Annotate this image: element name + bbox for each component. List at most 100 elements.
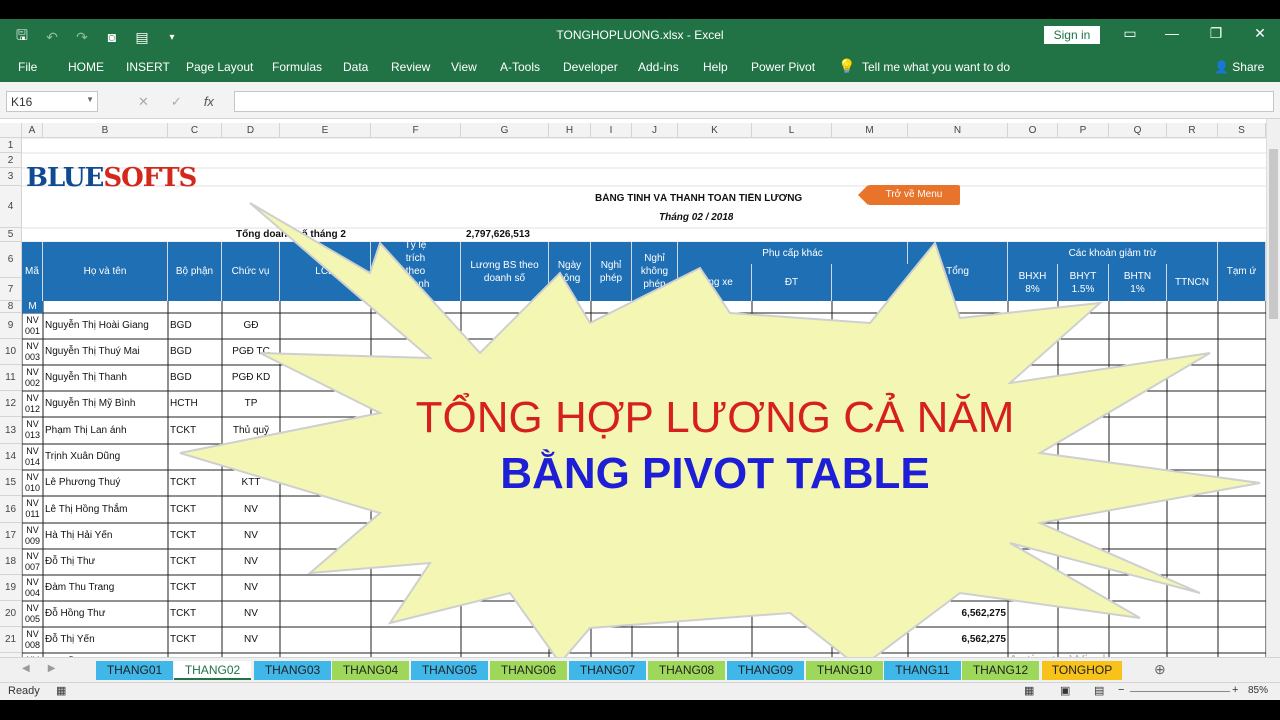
row-header[interactable]: 19	[0, 575, 22, 601]
sheet-tab-tonghop[interactable]: TONGHOP	[1042, 661, 1122, 680]
column-header[interactable]: D	[222, 123, 280, 138]
row-header[interactable]: 12	[0, 391, 22, 417]
enter-icon[interactable]: ✓	[171, 94, 182, 110]
sheet-tab-thang07[interactable]: THANG07	[569, 661, 646, 680]
tab-developer[interactable]: Developer	[563, 60, 618, 74]
column-header[interactable]: K	[678, 123, 752, 138]
formula-bar: K16 ▼ ✕ ✓ fx	[0, 82, 1280, 119]
row-header[interactable]: 4	[0, 186, 22, 228]
tab-help[interactable]: Help	[703, 60, 728, 74]
tab-insert[interactable]: INSERT	[126, 60, 170, 74]
minimize-icon[interactable]: —	[1162, 25, 1182, 41]
tab-page-layout[interactable]: Page Layout	[186, 60, 253, 74]
row-header[interactable]: 5	[0, 228, 22, 242]
zoom-level[interactable]: 85%	[1248, 685, 1268, 696]
restore-icon[interactable]: ❐	[1206, 25, 1226, 42]
column-header[interactable]: M	[832, 123, 908, 138]
column-header[interactable]: J	[632, 123, 678, 138]
macro-record-icon[interactable]: ▦	[56, 684, 66, 697]
sheet-tab-thang08[interactable]: THANG08	[648, 661, 725, 680]
column-header[interactable]: N	[908, 123, 1008, 138]
next-sheet-icon[interactable]: ▶	[48, 663, 56, 674]
column-header[interactable]: L	[752, 123, 832, 138]
row-header[interactable]: 11	[0, 365, 22, 391]
row-header[interactable]: 3	[0, 168, 22, 186]
name-box-value: K16	[11, 95, 33, 109]
title-bar: 🖫 ↶ ↷ ◙ ▤ ▾ TONGHOPLUONG.xlsx - Excel Si…	[0, 19, 1280, 52]
row-header[interactable]: 20	[0, 601, 22, 627]
worksheet-grid[interactable]: BLUESOFTS BẢNG TÍNH VÀ THANH TOÁN TIỀN L…	[0, 123, 1266, 673]
row-header[interactable]: 2	[0, 153, 22, 168]
tab-file[interactable]: File	[18, 60, 37, 74]
row-header[interactable]: 21	[0, 627, 22, 653]
tab-a-tools[interactable]: A-Tools	[500, 60, 540, 74]
ribbon-display-icon[interactable]: ▭	[1120, 25, 1140, 42]
tab-home[interactable]: HOME	[68, 60, 104, 74]
name-box[interactable]: K16 ▼	[6, 91, 98, 112]
column-header[interactable]: B	[43, 123, 168, 138]
new-sheet-icon[interactable]: ⊕	[1154, 661, 1166, 678]
page-layout-view-icon[interactable]: ▣	[1060, 684, 1070, 697]
column-header[interactable]: R	[1167, 123, 1218, 138]
zoom-out-icon[interactable]: −	[1118, 684, 1124, 696]
sheet-tab-thang03[interactable]: THANG03	[254, 661, 331, 680]
zoom-in-icon[interactable]: +	[1232, 684, 1238, 696]
row-header[interactable]: 14	[0, 444, 22, 470]
sheet-tab-thang02[interactable]: THANG02	[174, 661, 251, 680]
column-header[interactable]: P	[1058, 123, 1109, 138]
column-header[interactable]: F	[371, 123, 461, 138]
tab-add-ins[interactable]: Add-ins	[638, 60, 679, 74]
share-button[interactable]: 👤 Share	[1214, 60, 1264, 74]
column-header[interactable]: O	[1008, 123, 1058, 138]
row-header[interactable]: 9	[0, 313, 22, 339]
banner-line-2: BẰNG PIVOT TABLE	[500, 449, 930, 498]
row-header[interactable]: 8	[0, 301, 22, 313]
row-header[interactable]: 6	[0, 242, 22, 278]
row-header[interactable]: 16	[0, 496, 22, 523]
column-header[interactable]: A	[22, 123, 43, 138]
column-header[interactable]: H	[549, 123, 591, 138]
chevron-down-icon[interactable]: ▼	[86, 95, 94, 104]
sign-in-button[interactable]: Sign in	[1044, 26, 1100, 44]
tab-review[interactable]: Review	[391, 60, 430, 74]
sheet-tab-thang04[interactable]: THANG04	[332, 661, 409, 680]
formula-icons: ✕ ✓ fx	[138, 94, 214, 110]
tell-me-box[interactable]: Tell me what you want to do	[862, 60, 1010, 74]
sheet-tab-thang12[interactable]: THANG12	[962, 661, 1039, 680]
sheet-tab-thang09[interactable]: THANG09	[727, 661, 804, 680]
sheet-tab-thang05[interactable]: THANG05	[411, 661, 488, 680]
row-header[interactable]: 13	[0, 417, 22, 444]
column-header[interactable]: E	[280, 123, 371, 138]
column-header[interactable]: Q	[1109, 123, 1167, 138]
banner-line-1: TỔNG HỢP LƯƠNG CẢ NĂM	[415, 393, 1015, 442]
sheet-tab-thang10[interactable]: THANG10	[806, 661, 883, 680]
cancel-icon[interactable]: ✕	[138, 94, 149, 110]
row-header[interactable]: 7	[0, 278, 22, 301]
row-header[interactable]: 18	[0, 549, 22, 575]
sheet-tab-thang11[interactable]: THANG11	[884, 661, 961, 680]
zoom-slider[interactable]	[1130, 691, 1230, 692]
sheet-tab-thang01[interactable]: THANG01	[96, 661, 173, 680]
row-header[interactable]: 1	[0, 138, 22, 153]
tab-view[interactable]: View	[451, 60, 477, 74]
row-header[interactable]: 10	[0, 339, 22, 365]
scroll-thumb[interactable]	[1269, 149, 1278, 319]
column-header[interactable]: S	[1218, 123, 1266, 138]
select-all-corner[interactable]	[0, 123, 22, 138]
tab-power-pivot[interactable]: Power Pivot	[751, 60, 815, 74]
row-header[interactable]: 15	[0, 470, 22, 496]
sheet-tab-thang06[interactable]: THANG06	[490, 661, 567, 680]
tab-data[interactable]: Data	[343, 60, 368, 74]
column-header[interactable]: G	[461, 123, 549, 138]
page-break-view-icon[interactable]: ▤	[1094, 684, 1104, 697]
close-icon[interactable]: ✕	[1250, 25, 1270, 42]
function-icon[interactable]: fx	[204, 94, 214, 110]
column-header[interactable]: I	[591, 123, 632, 138]
column-header[interactable]: C	[168, 123, 222, 138]
normal-view-icon[interactable]: ▦	[1024, 684, 1034, 697]
formula-input[interactable]	[234, 91, 1274, 112]
prev-sheet-icon[interactable]: ◀	[22, 663, 30, 674]
vertical-scrollbar[interactable]	[1266, 119, 1280, 673]
tab-formulas[interactable]: Formulas	[272, 60, 322, 74]
row-header[interactable]: 17	[0, 523, 22, 549]
